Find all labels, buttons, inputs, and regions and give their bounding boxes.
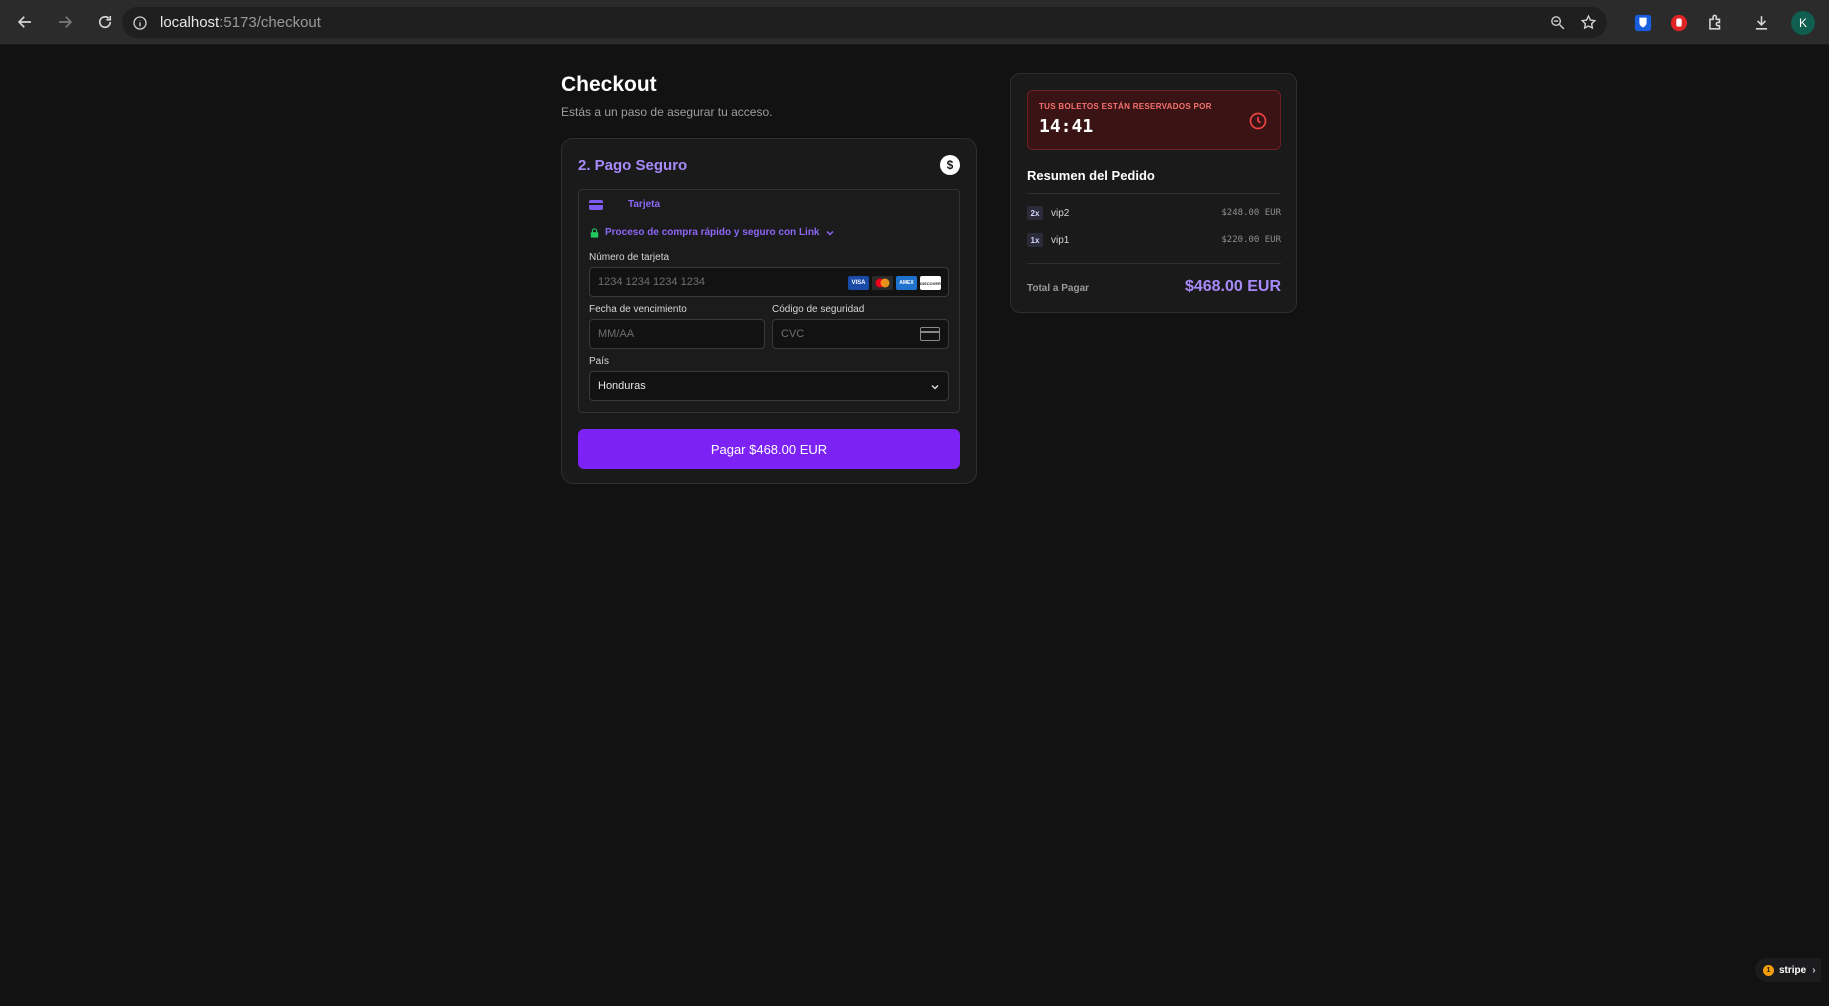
timer-label: TUS BOLETOS ESTÁN RESERVADOS POR <box>1039 102 1212 111</box>
total-value: $468.00 EUR <box>1184 278 1281 295</box>
checkout-column: Checkout Estás a un paso de asegurar tu … <box>561 73 977 484</box>
payment-tab-label: Tarjeta <box>628 199 661 210</box>
order-item: 2x vip2 $248.00 EUR <box>1027 204 1281 222</box>
browser-toolbar: localhost:5173/checkout K <box>0 0 1829 45</box>
item-price: $248.00 EUR <box>1221 208 1281 218</box>
forward-icon[interactable] <box>50 7 80 37</box>
profile-avatar[interactable]: K <box>1791 10 1815 35</box>
expiry-input[interactable]: MM/AA <box>589 319 765 349</box>
reload-icon[interactable] <box>90 7 120 37</box>
page-title: Checkout <box>561 73 657 96</box>
timer-value: 14:41 <box>1039 116 1094 137</box>
summary-title: Resumen del Pedido <box>1027 168 1155 183</box>
clock-icon <box>1249 112 1267 130</box>
back-icon[interactable] <box>10 7 40 37</box>
checkout-page: Checkout Estás a un paso de asegurar tu … <box>0 45 1829 1006</box>
extensions-puzzle-icon[interactable] <box>1705 13 1725 33</box>
zoom-icon[interactable] <box>1549 14 1566 31</box>
link-text: Proceso de compra rápido y seguro con Li… <box>605 227 820 238</box>
country-label: País <box>589 356 610 367</box>
item-quantity: 1x <box>1027 233 1043 247</box>
stripe-payment-element: Tarjeta Proceso de compra rápido y segur… <box>578 189 960 413</box>
site-info-icon[interactable] <box>132 15 148 31</box>
amex-icon: AMEX <box>896 276 917 290</box>
payment-card: 2. Pago Seguro $ Tarjeta Proceso de comp… <box>561 138 977 484</box>
expiry-label: Fecha de vencimiento <box>589 304 687 315</box>
country-select[interactable]: Honduras <box>589 371 949 401</box>
visa-icon: VISA <box>848 276 869 290</box>
item-name: vip1 <box>1051 234 1070 246</box>
order-item: 1x vip1 $220.00 EUR <box>1027 231 1281 249</box>
chevron-down-icon <box>931 384 939 390</box>
cvc-placeholder: CVC <box>781 328 805 340</box>
stripe-label: stripe <box>1779 964 1807 976</box>
currency-icon: $ <box>940 155 960 175</box>
item-quantity: 2x <box>1027 206 1043 220</box>
url-text: localhost:5173/checkout <box>160 14 321 31</box>
notification-count: 1 <box>1763 964 1774 976</box>
page-subtitle: Estás a un paso de asegurar tu acceso. <box>561 105 773 119</box>
chevron-right-icon: › <box>1812 964 1816 976</box>
bookmark-star-icon[interactable] <box>1580 14 1597 31</box>
total-label: Total a Pagar <box>1027 283 1090 294</box>
card-number-placeholder: 1234 1234 1234 1234 <box>598 276 706 288</box>
stop-extension-icon[interactable] <box>1669 13 1689 33</box>
discover-icon: DISCOVER <box>920 276 941 290</box>
card-number-label: Número de tarjeta <box>589 252 670 263</box>
item-name: vip2 <box>1051 207 1070 219</box>
order-summary-card: TUS BOLETOS ESTÁN RESERVADOS POR 14:41 R… <box>1010 73 1297 313</box>
card-number-input[interactable]: 1234 1234 1234 1234 VISA AMEX DISCOVER <box>589 267 949 297</box>
bitwarden-extension-icon[interactable] <box>1633 13 1653 33</box>
chevron-down-icon <box>825 230 834 236</box>
link-checkout-toggle[interactable]: Proceso de compra rápido y seguro con Li… <box>590 227 835 238</box>
pay-button[interactable]: Pagar $468.00 EUR <box>578 429 960 469</box>
lock-icon <box>590 227 599 238</box>
cvc-label: Código de seguridad <box>772 304 865 315</box>
reservation-timer: TUS BOLETOS ESTÁN RESERVADOS POR 14:41 <box>1027 90 1281 150</box>
payment-tab-card[interactable]: Tarjeta <box>589 199 660 210</box>
card-brand-logos: VISA AMEX DISCOVER <box>848 276 941 290</box>
address-bar[interactable]: localhost:5173/checkout <box>122 7 1607 38</box>
total-row: Total a Pagar $468.00 EUR <box>1027 278 1281 296</box>
country-value: Honduras <box>598 380 646 392</box>
cvc-card-icon <box>920 327 940 341</box>
summary-divider <box>1027 263 1281 264</box>
stripe-badge[interactable]: 1 stripe › <box>1755 958 1821 982</box>
mastercard-icon <box>872 276 893 290</box>
summary-divider <box>1027 193 1281 194</box>
payment-heading: 2. Pago Seguro <box>578 157 688 174</box>
download-icon[interactable] <box>1751 13 1771 33</box>
item-price: $220.00 EUR <box>1221 235 1281 245</box>
expiry-placeholder: MM/AA <box>598 328 635 340</box>
cvc-input[interactable]: CVC <box>772 319 949 349</box>
credit-card-icon <box>589 199 603 210</box>
